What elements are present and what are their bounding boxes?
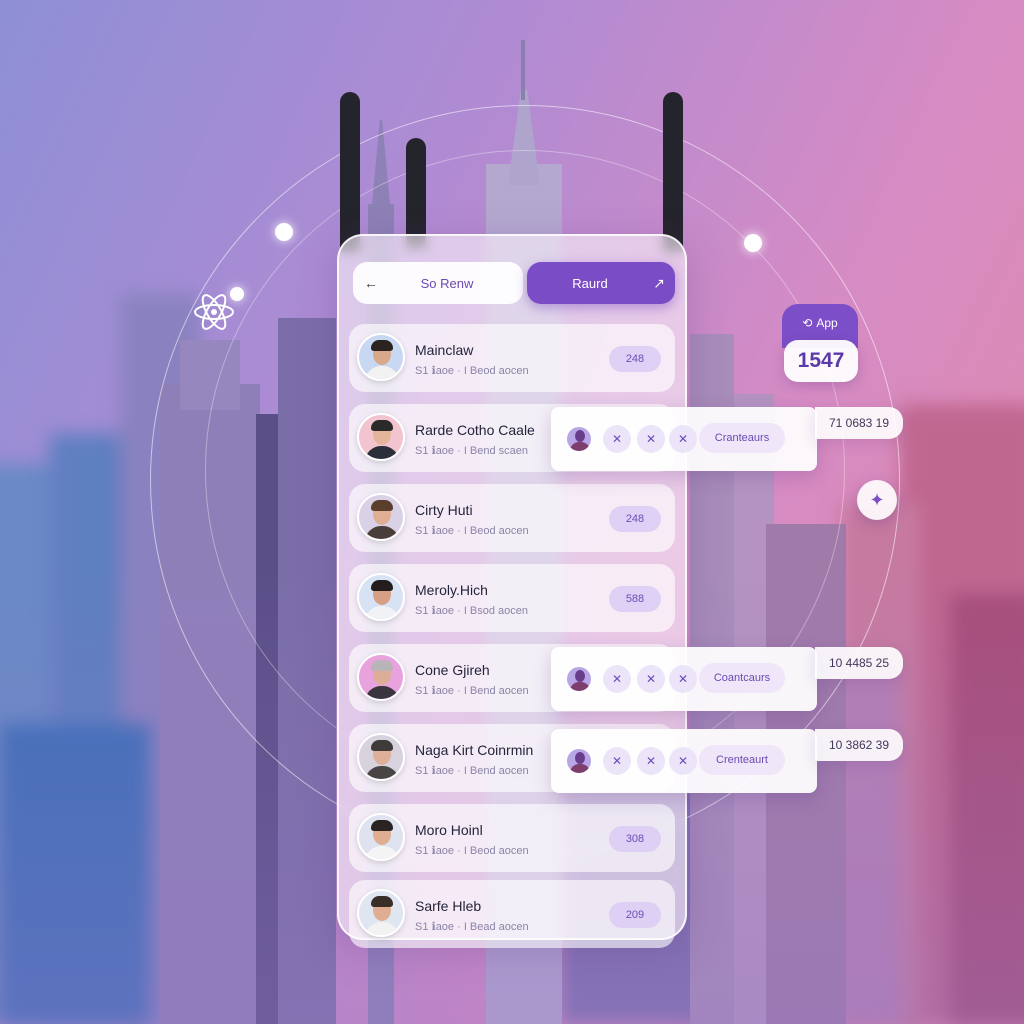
number-tag: 10 3862 39 bbox=[815, 729, 903, 761]
close-icon[interactable]: ✕ bbox=[603, 665, 631, 693]
avatar bbox=[565, 747, 593, 775]
contacts-pill-button[interactable]: Crenteaurt bbox=[699, 745, 785, 775]
atom-icon bbox=[194, 294, 234, 330]
search-button[interactable]: ← So Renw bbox=[353, 262, 523, 304]
contact-name: Meroly.Hich bbox=[415, 582, 488, 598]
contacts-pill-button[interactable]: Cranteaurs bbox=[699, 423, 785, 453]
primary-action-label: Raurd bbox=[572, 275, 608, 291]
contact-subtitle: S1 ℹaoe · I Bsod aocen bbox=[415, 605, 529, 617]
contacts-pill-button[interactable]: Coantcaurs bbox=[699, 663, 785, 693]
contact-name: Naga Kirt Coinrmin bbox=[415, 742, 534, 758]
orbit-dot bbox=[275, 223, 293, 241]
count-badge[interactable]: 248 bbox=[609, 506, 661, 532]
contact-subtitle: S1 ℹaoe · I Bead aocen bbox=[415, 921, 529, 933]
phone-antenna bbox=[663, 92, 683, 252]
contact-name: Sarfe Hleb bbox=[415, 898, 482, 914]
avatar bbox=[565, 665, 593, 693]
contact-row[interactable]: Cirty Huti S1 ℹaoe · I Beod aocen 248 bbox=[349, 484, 675, 552]
count-badge[interactable]: 209 bbox=[609, 902, 661, 928]
sparkle-action-button[interactable]: ✦ bbox=[857, 480, 897, 520]
primary-action-button[interactable]: Raurd ↗ bbox=[527, 262, 675, 304]
contact-subtitle: S1 ℹaoe · I Bend aocen bbox=[415, 685, 529, 697]
phone-antenna bbox=[340, 92, 360, 252]
avatar bbox=[357, 333, 405, 381]
close-icon[interactable]: ✕ bbox=[603, 747, 631, 775]
close-icon[interactable]: ✕ bbox=[669, 425, 697, 453]
avatar bbox=[357, 653, 405, 701]
orbit-dot bbox=[744, 234, 762, 252]
number-tag: 71 0683 19 bbox=[815, 407, 903, 439]
back-icon: ← bbox=[364, 275, 378, 291]
close-icon[interactable]: ✕ bbox=[637, 747, 665, 775]
count-badge[interactable]: 588 bbox=[609, 586, 661, 612]
contact-subtitle: S1 ℹaoe · I Beod aocen bbox=[415, 525, 529, 537]
avatar bbox=[565, 425, 593, 453]
contact-subtitle: S1 ℹaoe · I Beod aocen bbox=[415, 365, 529, 377]
quick-action-bar: ✕ ✕ ✕ Coantcaurs bbox=[551, 647, 817, 711]
contact-row[interactable]: Mainclaw S1 ℹaoe · I Beod aocen 248 bbox=[349, 324, 675, 392]
contacts-phone-panel: ← So Renw Raurd ↗ Mainclaw S1 ℹaoe · I Be… bbox=[337, 234, 687, 948]
quick-action-bar: ✕ ✕ ✕ Cranteaurs bbox=[551, 407, 817, 471]
avatar bbox=[357, 413, 405, 461]
avatar bbox=[357, 733, 405, 781]
contact-subtitle: S1 ℹaoe · I Bend scaen bbox=[415, 445, 529, 457]
contact-name: Cirty Huti bbox=[415, 502, 473, 518]
close-icon[interactable]: ✕ bbox=[669, 665, 697, 693]
contact-name: Rarde Cotho Caale bbox=[415, 422, 535, 438]
top-bar: ← So Renw Raurd ↗ bbox=[353, 262, 675, 304]
avatar bbox=[357, 493, 405, 541]
contact-subtitle: S1 ℹaoe · I Beod aocen bbox=[415, 845, 529, 857]
close-icon[interactable]: ✕ bbox=[637, 425, 665, 453]
close-icon[interactable]: ✕ bbox=[603, 425, 631, 453]
avatar bbox=[357, 889, 405, 937]
search-label: So Renw bbox=[420, 275, 474, 291]
count-badge[interactable]: 248 bbox=[609, 346, 661, 372]
close-icon[interactable]: ✕ bbox=[637, 665, 665, 693]
contact-row[interactable]: Sarfe Hleb S1 ℹaoe · I Bead aocen 209 bbox=[349, 880, 675, 948]
contact-name: Moro Hoinl bbox=[415, 822, 483, 838]
count-badge[interactable]: 308 bbox=[609, 826, 661, 852]
contact-row[interactable]: Meroly.Hich S1 ℹaoe · I Bsod aocen 588 bbox=[349, 564, 675, 632]
app-counter-widget[interactable]: ⟲ App 1547 bbox=[782, 304, 860, 382]
contact-name: Cone Gjireh bbox=[415, 662, 490, 678]
quick-action-bar: ✕ ✕ ✕ Crenteaurt bbox=[551, 729, 817, 793]
arrow-up-right-icon: ↗ bbox=[653, 274, 665, 291]
avatar bbox=[357, 813, 405, 861]
close-icon[interactable]: ✕ bbox=[669, 747, 697, 775]
number-tag: 10 4485 25 bbox=[815, 647, 903, 679]
contact-subtitle: S1 ℹaoe · I Bend aocen bbox=[415, 765, 529, 777]
contact-name: Mainclaw bbox=[415, 342, 474, 358]
phone-antenna bbox=[406, 138, 426, 248]
contact-row[interactable]: Moro Hoinl S1 ℹaoe · I Beod aocen 308 bbox=[349, 804, 675, 872]
avatar bbox=[357, 573, 405, 621]
app-count: 1547 bbox=[784, 340, 858, 382]
